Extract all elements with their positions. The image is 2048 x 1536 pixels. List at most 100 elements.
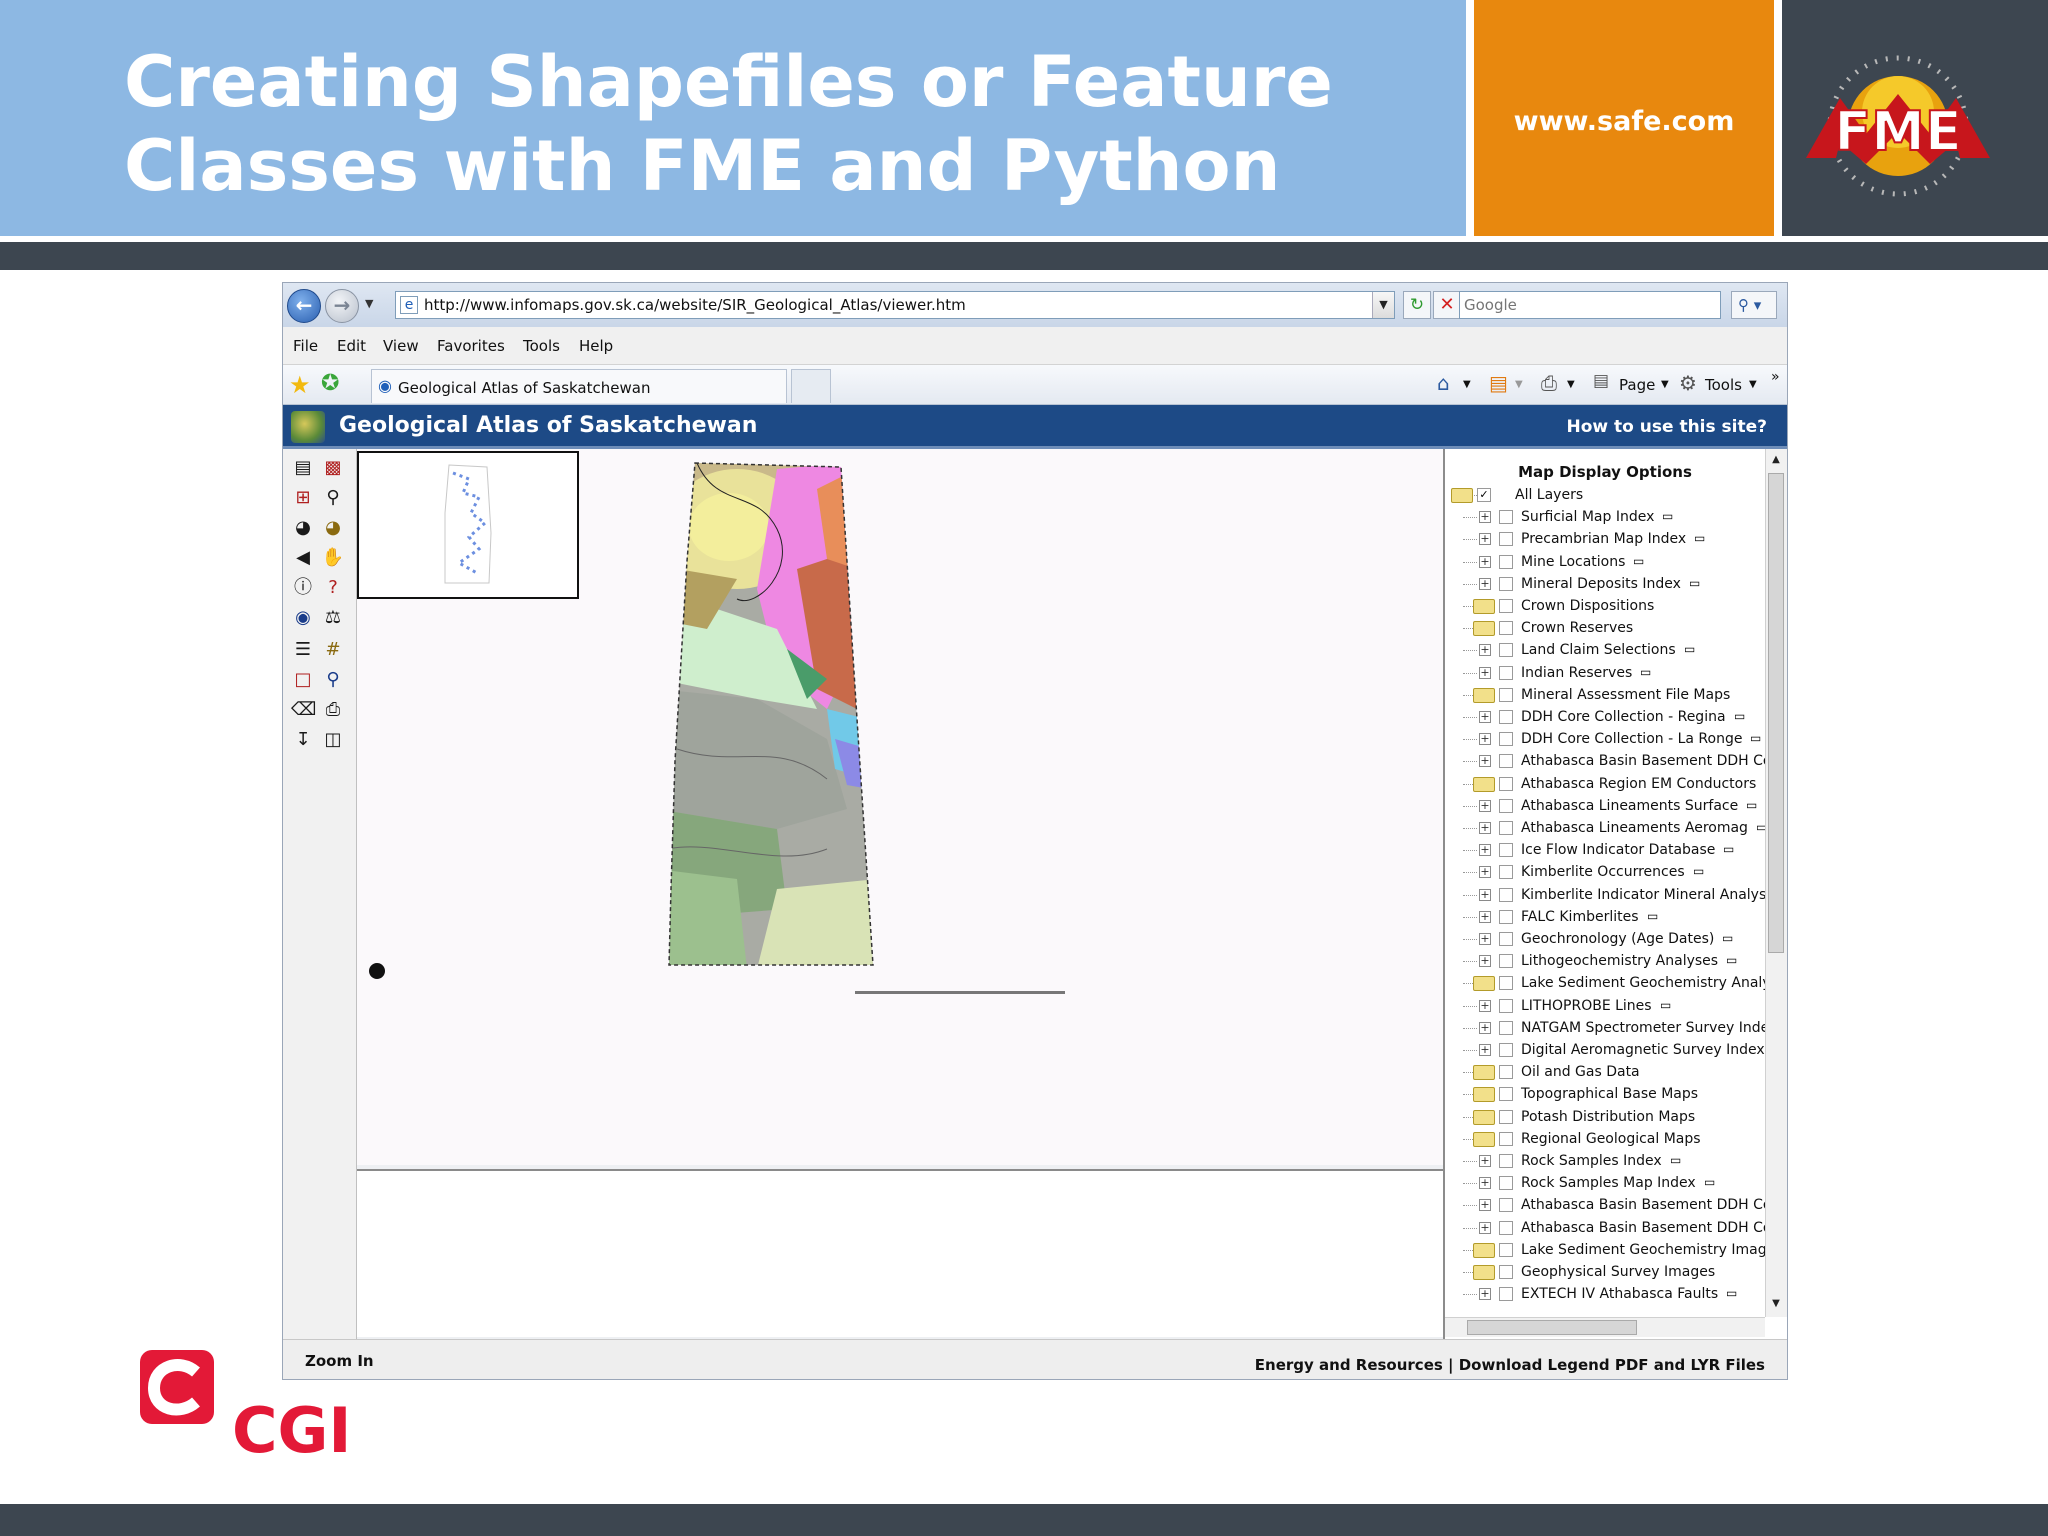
expand-icon[interactable]: + <box>1479 555 1491 568</box>
layer-checkbox[interactable] <box>1499 532 1513 547</box>
legend-icon[interactable]: ▤ <box>291 457 315 479</box>
folder-icon[interactable] <box>1473 621 1495 637</box>
search-input[interactable] <box>1460 292 1720 318</box>
layer-checkbox[interactable] <box>1499 1220 1513 1235</box>
menu-tools[interactable]: Tools <box>523 337 560 355</box>
bookmark-icon[interactable]: ◫ <box>321 729 345 751</box>
layer-checkbox[interactable] <box>1499 687 1513 702</box>
favorites-star-icon[interactable]: ★ <box>289 371 311 399</box>
layer-info-icon[interactable]: ▭ <box>1746 798 1757 812</box>
layer-info-icon[interactable]: ▭ <box>1633 554 1644 568</box>
layer-checkbox[interactable] <box>1499 1065 1513 1080</box>
hscroll-thumb[interactable] <box>1467 1320 1637 1335</box>
footer-links[interactable]: Energy and Resources | Download Legend P… <box>1255 1356 1765 1374</box>
expand-icon[interactable]: + <box>1479 888 1491 901</box>
history-dropdown-icon[interactable]: ▼ <box>365 297 373 310</box>
layer-checkbox[interactable] <box>1499 665 1513 680</box>
layer-row[interactable]: + Geochronology (Age Dates) ▭ <box>1445 929 1765 951</box>
layer-info-icon[interactable]: ▭ <box>1684 642 1695 656</box>
zoom-out-icon[interactable]: ◕ <box>291 517 315 539</box>
layer-row[interactable]: + Precambrian Map Index ▭ <box>1445 529 1765 551</box>
menu-view[interactable]: View <box>383 337 419 355</box>
expand-icon[interactable]: + <box>1479 755 1491 768</box>
tools-menu[interactable]: Tools <box>1705 376 1742 394</box>
layer-info-icon[interactable]: ▭ <box>1756 820 1765 834</box>
folder-icon[interactable] <box>1451 488 1473 503</box>
layer-row[interactable]: Topographical Base Maps <box>1445 1084 1765 1106</box>
menu-favorites[interactable]: Favorites <box>437 337 505 355</box>
search-button[interactable]: ⚲ ▾ <box>1731 291 1777 319</box>
layer-info-icon[interactable]: ▭ <box>1723 842 1734 856</box>
page-menu[interactable]: Page <box>1619 376 1655 394</box>
back-extent-icon[interactable]: ◀ <box>291 547 315 569</box>
folder-icon[interactable] <box>1473 1065 1495 1081</box>
page-dropdown-icon[interactable]: ▼ <box>1661 379 1669 390</box>
layer-checkbox[interactable] <box>1499 710 1513 724</box>
home-icon[interactable]: ⌂ <box>1437 371 1450 395</box>
expand-icon[interactable]: + <box>1479 1021 1491 1034</box>
layer-checkbox[interactable] <box>1499 1287 1513 1302</box>
layer-info-icon[interactable]: ▭ <box>1726 953 1737 967</box>
folder-icon[interactable] <box>1473 1131 1495 1147</box>
expand-icon[interactable]: + <box>1479 799 1491 812</box>
layer-row[interactable]: Crown Reserves <box>1445 618 1765 640</box>
layer-checkbox[interactable] <box>1499 954 1513 969</box>
expand-icon[interactable]: + <box>1479 1155 1491 1167</box>
layer-checkbox[interactable] <box>1499 909 1513 924</box>
expand-icon[interactable]: + <box>1479 577 1491 590</box>
layer-info-icon[interactable]: ▭ <box>1689 576 1700 590</box>
hyperlink-icon[interactable]: ? <box>321 577 345 599</box>
pan-icon[interactable]: ✋ <box>321 547 345 569</box>
layer-checkbox[interactable] <box>1499 754 1513 769</box>
measure-icon[interactable]: ⚖ <box>321 607 345 629</box>
expand-icon[interactable]: + <box>1479 1044 1491 1056</box>
layer-row[interactable]: + Mine Locations ▭ <box>1445 552 1765 574</box>
home-dropdown-icon[interactable]: ▼ <box>1463 379 1471 390</box>
expand-icon[interactable]: + <box>1479 1288 1491 1301</box>
layer-row[interactable]: + Athabasca Lineaments Surface ▭ <box>1445 796 1765 818</box>
forward-button[interactable]: → <box>325 289 359 323</box>
layers-icon[interactable]: ▩ <box>321 457 345 479</box>
refresh-button[interactable]: ↻ <box>1403 291 1431 319</box>
layer-row[interactable]: + Rock Samples Map Index ▭ <box>1445 1173 1765 1195</box>
layer-checkbox[interactable] <box>1499 843 1513 858</box>
layer-row[interactable]: + Lithogeochemistry Analyses ▭ <box>1445 951 1765 973</box>
layer-row[interactable]: + Rock Samples Index ▭ <box>1445 1151 1765 1173</box>
layer-row[interactable]: ✓ All Layers <box>1445 485 1765 507</box>
layer-row[interactable]: +Athabasca Basin Basement DDH Com▭ <box>1445 1195 1765 1217</box>
search-field[interactable] <box>1459 291 1721 319</box>
layer-checkbox[interactable] <box>1499 554 1513 569</box>
expand-icon[interactable]: + <box>1479 511 1491 524</box>
folder-icon[interactable] <box>1473 687 1495 703</box>
zoom-in-box-icon[interactable]: ⊞ <box>291 487 315 509</box>
query-icon[interactable]: ⚲ <box>321 669 345 691</box>
layer-checkbox[interactable] <box>1499 798 1513 813</box>
layer-row[interactable]: Crown Dispositions <box>1445 596 1765 618</box>
layer-row[interactable]: +NATGAM Spectrometer Survey Index▭ <box>1445 1018 1765 1040</box>
layer-row[interactable]: + EXTECH IV Athabasca Faults ▭ <box>1445 1284 1765 1306</box>
layer-row[interactable]: Potash Distribution Maps <box>1445 1107 1765 1129</box>
layer-checkbox[interactable] <box>1499 998 1513 1013</box>
expand-icon[interactable]: + <box>1479 666 1491 679</box>
layer-row[interactable]: Mineral Assessment File Maps <box>1445 685 1765 707</box>
layer-checkbox[interactable] <box>1499 932 1513 946</box>
layer-row[interactable]: + Indian Reserves ▭ <box>1445 663 1765 685</box>
layer-row[interactable]: Lake Sediment Geochemistry Images <box>1445 1240 1765 1262</box>
layer-info-icon[interactable]: ▭ <box>1640 665 1651 679</box>
layer-info-icon[interactable]: ▭ <box>1693 864 1704 878</box>
layer-info-icon[interactable]: ▭ <box>1694 531 1705 545</box>
expand-icon[interactable]: + <box>1479 955 1491 968</box>
stop-button[interactable]: ✕ <box>1433 291 1461 319</box>
layer-row[interactable]: +Athabasca Basin Basement DDH Com▭ <box>1445 1218 1765 1240</box>
layer-row[interactable]: + Mineral Deposits Index ▭ <box>1445 574 1765 596</box>
expand-icon[interactable]: + <box>1479 910 1491 923</box>
layer-row[interactable]: Lake Sediment Geochemistry Analyse <box>1445 973 1765 995</box>
download-icon[interactable]: ↧ <box>291 729 315 751</box>
expand-icon[interactable]: + <box>1479 844 1491 857</box>
expand-icon[interactable]: + <box>1479 1177 1491 1190</box>
folder-icon[interactable] <box>1473 599 1495 614</box>
folder-icon[interactable] <box>1473 1109 1495 1125</box>
folder-icon[interactable] <box>1473 1087 1495 1103</box>
expand-icon[interactable]: + <box>1479 1199 1491 1212</box>
layer-checkbox[interactable] <box>1499 599 1513 613</box>
